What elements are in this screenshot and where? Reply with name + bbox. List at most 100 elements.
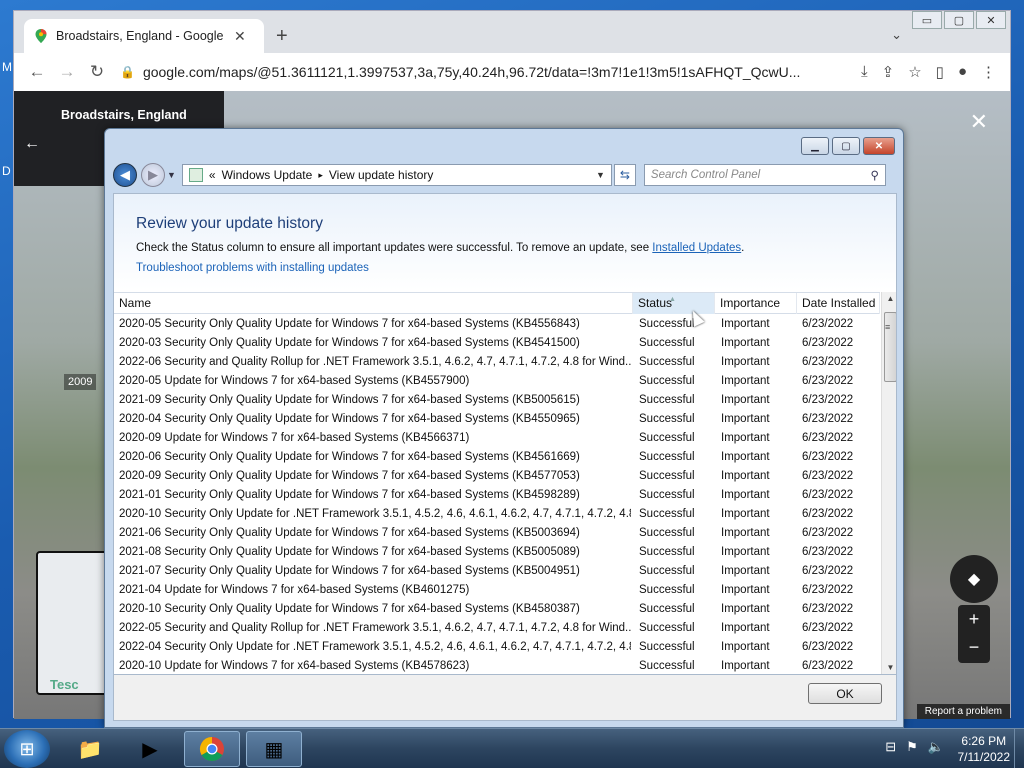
table-row[interactable]: 2020-10 Security Only Quality Update for…: [114, 600, 880, 619]
table-row[interactable]: 2020-03 Security Only Quality Update for…: [114, 334, 880, 353]
minimize-button[interactable]: ▁: [801, 137, 829, 155]
update-name-cell: 2021-06 Security Only Quality Update for…: [119, 527, 580, 539]
restore-button[interactable]: ▢: [944, 11, 974, 29]
scroll-down-icon[interactable]: ▼: [882, 663, 896, 672]
zoom-in-button[interactable]: +: [958, 605, 990, 633]
status-cell: Successful: [639, 318, 695, 330]
importance-cell: Important: [721, 641, 770, 653]
importance-cell: Important: [721, 622, 770, 634]
importance-cell: Important: [721, 413, 770, 425]
chrome-window-controls: ▭ ▢ ✕: [912, 11, 1006, 29]
report-problem-link[interactable]: Report a problem: [916, 704, 1010, 719]
importance-cell: Important: [721, 603, 770, 615]
show-desktop-button[interactable]: [1014, 729, 1024, 768]
system-clock[interactable]: 6:26 PM 7/11/2022: [958, 733, 1011, 765]
close-button[interactable]: ✕: [976, 11, 1006, 29]
clock-date: 7/11/2022: [957, 750, 1011, 764]
network-icon[interactable]: ⊟: [885, 739, 896, 755]
new-tab-button[interactable]: +: [276, 25, 288, 48]
reload-icon[interactable]: ↻: [82, 62, 112, 82]
tab-search-icon[interactable]: ⌄: [891, 27, 902, 43]
installed-updates-link[interactable]: Installed Updates: [652, 242, 741, 254]
date-installed-cell: 6/23/2022: [802, 432, 854, 444]
description-text: Check the Status column to ensure all im…: [136, 242, 653, 254]
bookmark-star-icon[interactable]: ☆: [908, 63, 921, 81]
table-row[interactable]: 2021-06 Security Only Quality Update for…: [114, 524, 880, 543]
breadcrumb[interactable]: « Windows Update ▸ View update history ▼: [181, 164, 612, 186]
vertical-scrollbar[interactable]: ▲ ≡ ▼: [881, 292, 896, 674]
forward-arrow-icon[interactable]: →: [52, 62, 82, 82]
side-panel-icon[interactable]: ▯: [936, 63, 944, 81]
media-player-taskbar-icon[interactable]: ▶: [122, 731, 178, 767]
breadcrumb-windows-update[interactable]: Windows Update: [222, 168, 313, 182]
table-row[interactable]: 2020-05 Update for Windows 7 for x64-bas…: [114, 372, 880, 391]
breadcrumb-separator-icon[interactable]: ▸: [318, 170, 323, 181]
recent-pages-icon[interactable]: ▼: [167, 170, 176, 180]
minimap[interactable]: [36, 551, 108, 695]
forward-arrow-icon[interactable]: ▶: [141, 163, 165, 187]
chrome-taskbar-icon[interactable]: [184, 731, 240, 767]
zoom-controls: + −: [958, 605, 990, 663]
date-installed-cell: 6/23/2022: [802, 375, 854, 387]
column-header-importance[interactable]: Importance: [715, 293, 797, 314]
scroll-up-icon[interactable]: ▲: [882, 294, 896, 303]
ok-button[interactable]: OK: [808, 683, 882, 704]
table-row[interactable]: 2020-05 Security Only Quality Update for…: [114, 315, 880, 334]
table-row[interactable]: 2020-10 Update for Windows 7 for x64-bas…: [114, 657, 880, 674]
table-row[interactable]: 2022-04 Security Only Update for .NET Fr…: [114, 638, 880, 657]
table-row[interactable]: 2020-09 Security Only Quality Update for…: [114, 467, 880, 486]
imagery-year[interactable]: 2009: [64, 374, 97, 390]
volume-icon[interactable]: 🔈: [928, 739, 944, 755]
minimize-button[interactable]: ▭: [912, 11, 942, 29]
column-header-status-label: Status: [638, 296, 673, 310]
table-row[interactable]: 2022-06 Security and Quality Rollup for …: [114, 353, 880, 372]
table-row[interactable]: 2021-07 Security Only Quality Update for…: [114, 562, 880, 581]
importance-cell: Important: [721, 660, 770, 672]
troubleshoot-link[interactable]: Troubleshoot problems with installing up…: [136, 262, 369, 274]
back-arrow-icon[interactable]: ←: [22, 62, 52, 82]
close-button[interactable]: ✕: [863, 137, 895, 155]
zoom-out-button[interactable]: −: [958, 633, 990, 661]
column-header-date-installed[interactable]: Date Installed: [797, 293, 880, 314]
table-row[interactable]: 2020-04 Security Only Quality Update for…: [114, 410, 880, 429]
profile-avatar-icon[interactable]: ●: [958, 63, 967, 81]
table-row[interactable]: 2021-04 Update for Windows 7 for x64-bas…: [114, 581, 880, 600]
refresh-icon[interactable]: ⇆: [613, 164, 636, 186]
desktop-icon-label[interactable]: M: [2, 60, 12, 74]
browser-tab[interactable]: Broadstairs, England - Google Maps ✕: [24, 19, 264, 53]
column-header-name[interactable]: Name: [114, 293, 633, 314]
table-row[interactable]: 2021-01 Security Only Quality Update for…: [114, 486, 880, 505]
back-icon[interactable]: ←: [24, 135, 40, 153]
table-row[interactable]: 2021-08 Security Only Quality Update for…: [114, 543, 880, 562]
table-row[interactable]: 2022-05 Security and Quality Rollup for …: [114, 619, 880, 638]
address-dropdown-icon[interactable]: ▼: [596, 170, 605, 180]
menu-kebab-icon[interactable]: ⋮: [981, 63, 996, 81]
table-row[interactable]: 2020-06 Security Only Quality Update for…: [114, 448, 880, 467]
breadcrumb-overflow[interactable]: «: [209, 168, 216, 182]
close-street-view-icon[interactable]: ✕: [970, 109, 988, 135]
search-icon[interactable]: ⚲: [870, 168, 878, 182]
table-row[interactable]: 2020-09 Update for Windows 7 for x64-bas…: [114, 429, 880, 448]
install-icon[interactable]: ⤓: [861, 63, 868, 81]
status-cell: Successful: [639, 508, 695, 520]
breadcrumb-view-update-history[interactable]: View update history: [329, 168, 434, 182]
start-orb-icon[interactable]: ⊞: [4, 730, 50, 768]
importance-cell: Important: [721, 584, 770, 596]
tab-close-icon[interactable]: ✕: [234, 28, 246, 45]
compass-icon[interactable]: ◆: [950, 555, 998, 603]
action-center-flag-icon[interactable]: ⚑: [906, 739, 918, 755]
column-header-status[interactable]: ▲ Status: [633, 293, 715, 314]
status-cell: Successful: [639, 375, 695, 387]
table-row[interactable]: 2021-09 Security Only Quality Update for…: [114, 391, 880, 410]
share-icon[interactable]: ⇪: [882, 63, 895, 81]
table-row[interactable]: 2020-10 Security Only Update for .NET Fr…: [114, 505, 880, 524]
update-name-cell: 2021-09 Security Only Quality Update for…: [119, 394, 580, 406]
search-control-panel-input[interactable]: Search Control Panel ⚲: [643, 164, 886, 186]
maximize-button[interactable]: ▢: [832, 137, 860, 155]
explorer-taskbar-icon[interactable]: 📁: [62, 731, 118, 767]
desktop-icon-label[interactable]: D: [2, 164, 11, 178]
control-panel-taskbar-icon[interactable]: ▦: [246, 731, 302, 767]
status-cell: Successful: [639, 584, 695, 596]
back-arrow-icon[interactable]: ◀: [113, 163, 137, 187]
address-bar[interactable]: 🔒 google.com/maps/@51.3611121,1.3997537,…: [120, 58, 820, 86]
